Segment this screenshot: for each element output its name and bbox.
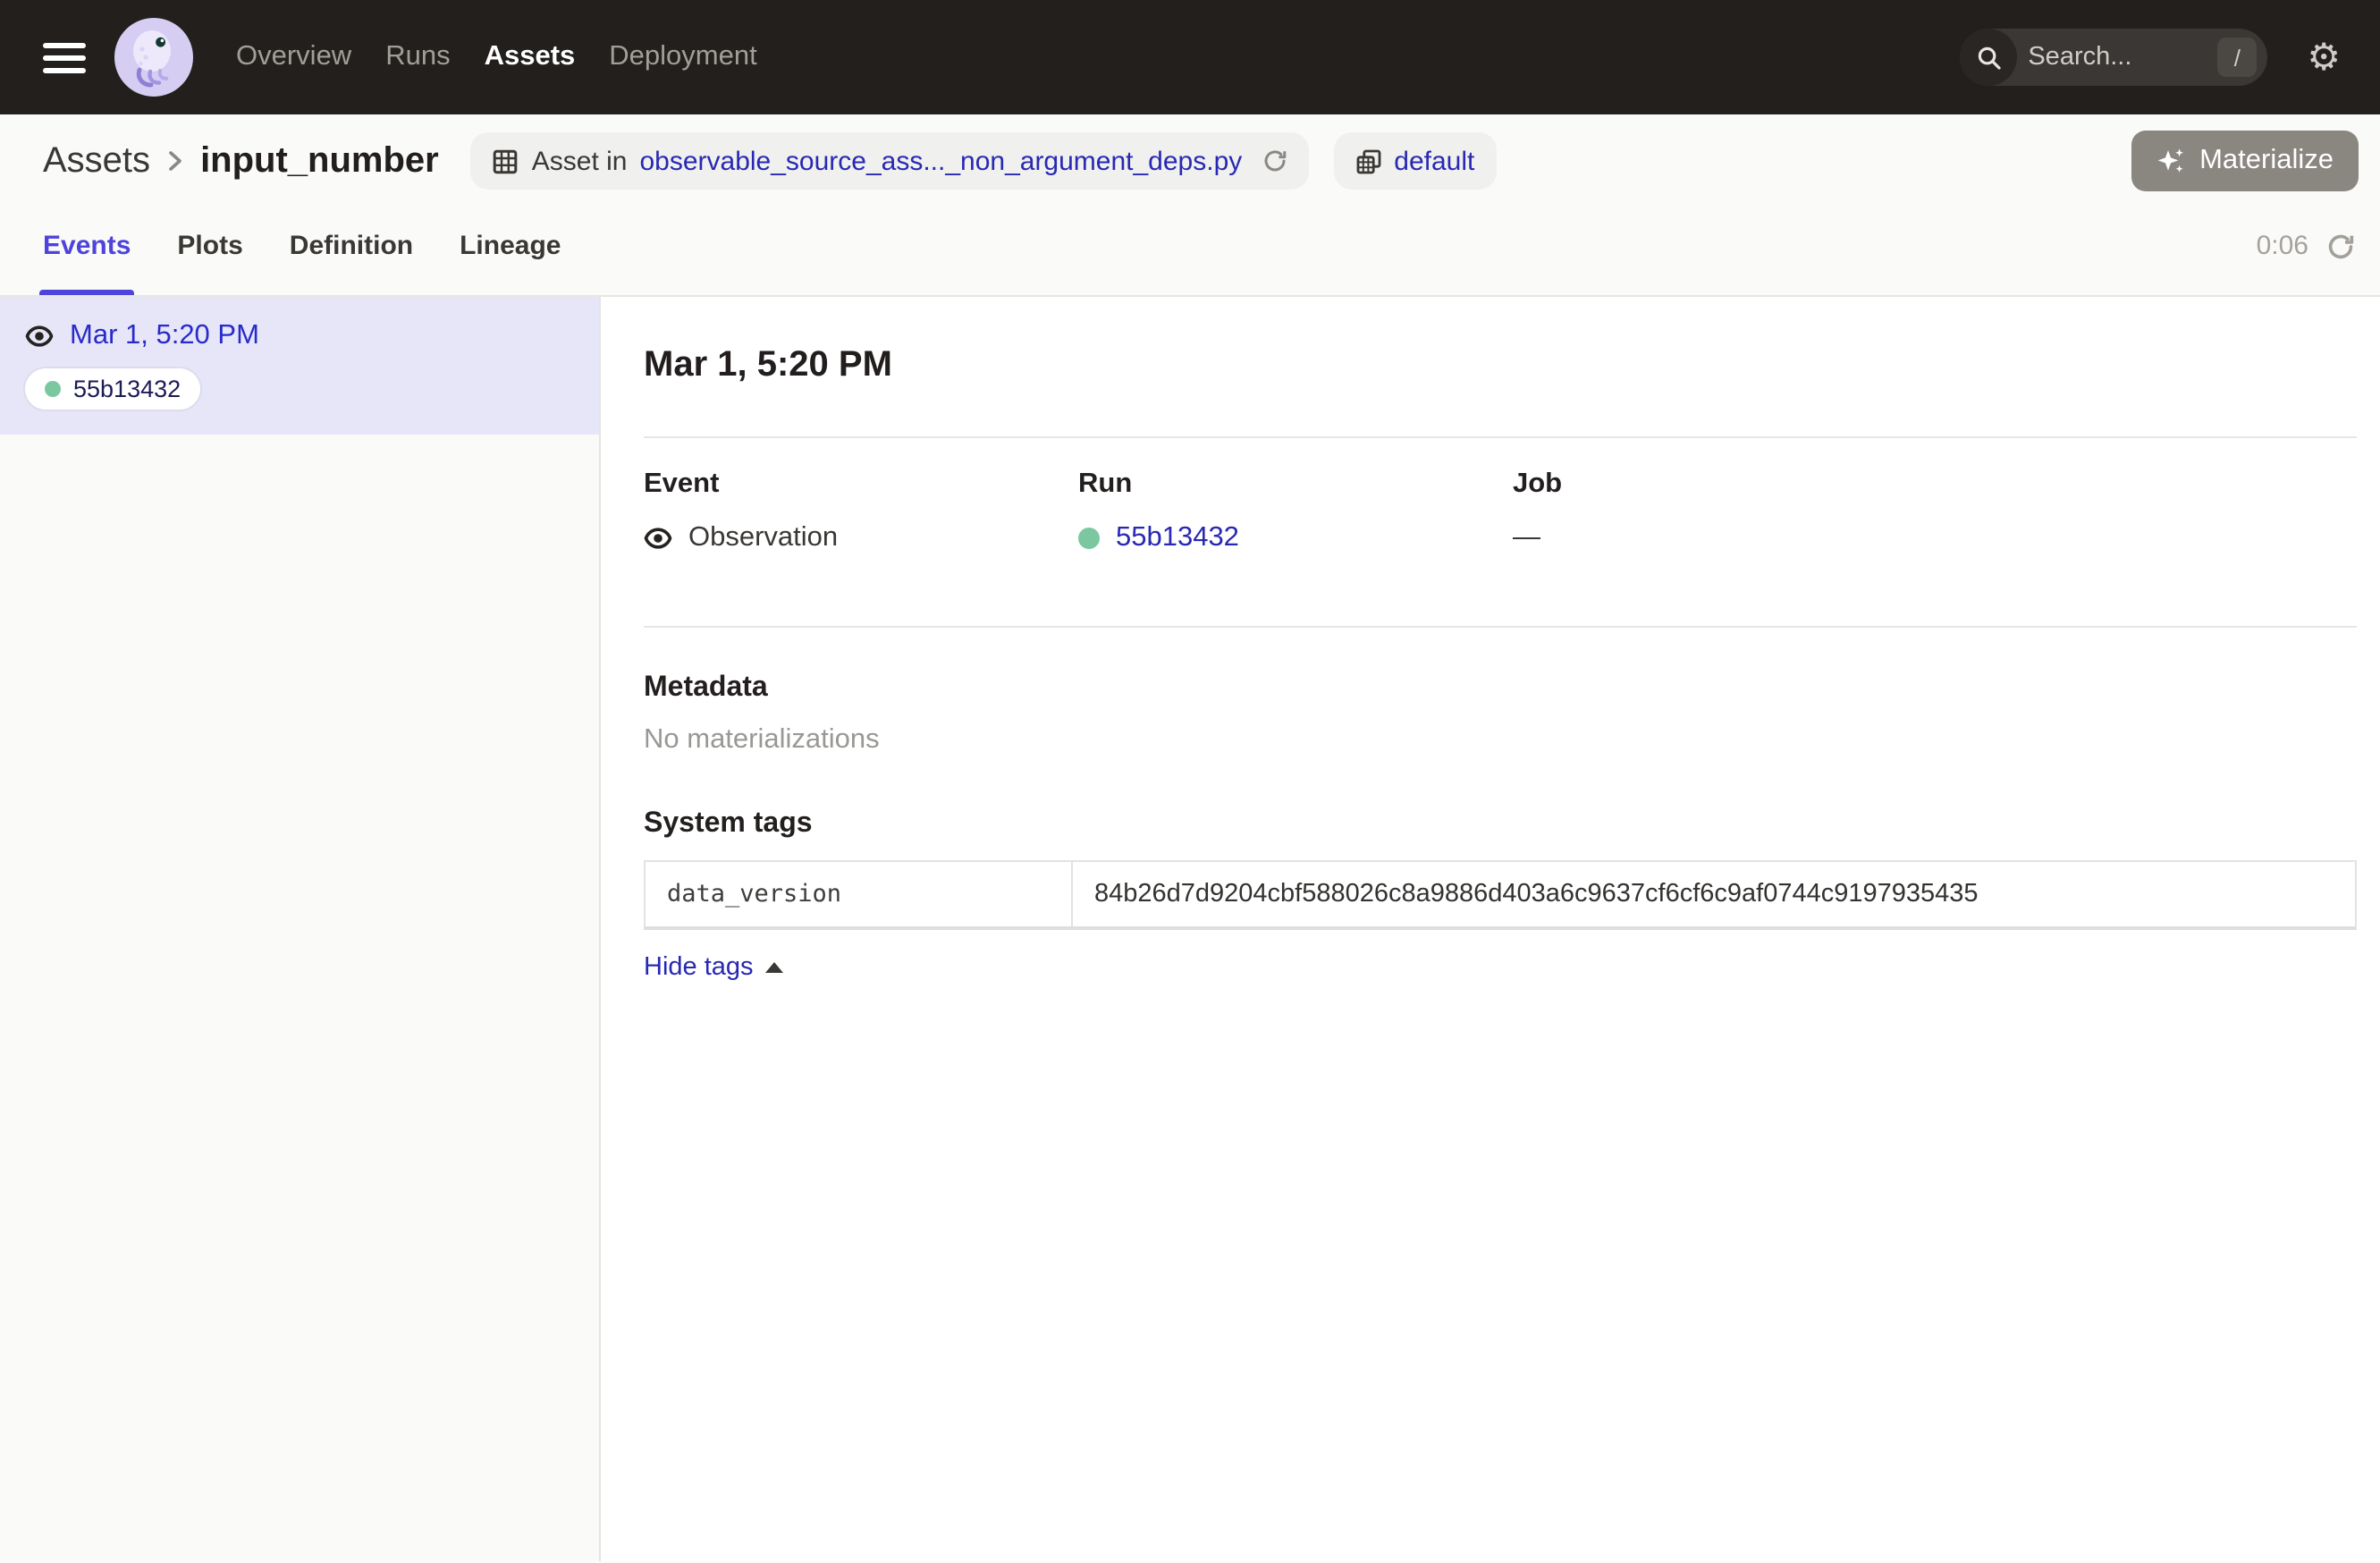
refresh-icon[interactable] (2326, 232, 2355, 260)
refresh-countdown: 0:06 (2257, 231, 2308, 261)
observation-eye-icon (644, 524, 672, 553)
divider (644, 436, 2357, 438)
metadata-heading: Metadata (644, 672, 2357, 705)
run-chip-id: 55b13432 (73, 376, 181, 402)
nav-links: Overview Runs Assets Deployment (236, 0, 757, 114)
run-chip[interactable]: 55b13432 (25, 368, 200, 410)
nav-item-assets[interactable]: Assets (485, 0, 576, 114)
event-date-link: Mar 1, 5:20 PM (70, 320, 259, 352)
nav-item-overview[interactable]: Overview (236, 0, 351, 114)
dagster-logo-icon[interactable] (114, 18, 193, 97)
observation-eye-icon (25, 322, 54, 351)
reload-location-icon[interactable] (1262, 148, 1287, 173)
tab-events[interactable]: Events (43, 197, 131, 295)
top-nav: Overview Runs Assets Deployment / ⚙ (0, 0, 2380, 114)
breadcrumb-assets-link[interactable]: Assets (43, 140, 150, 182)
event-column-label: Event (644, 469, 1078, 501)
materialize-button[interactable]: Materialize (2131, 131, 2359, 191)
content: Mar 1, 5:20 PM 55b13432 Mar 1, 5:20 PM E… (0, 297, 2380, 1561)
tab-definition[interactable]: Definition (290, 197, 413, 295)
tab-plots[interactable]: Plots (177, 197, 242, 295)
dagster-app: Overview Runs Assets Deployment / ⚙ Asse… (0, 0, 2380, 1563)
tabs-bar: Events Plots Definition Lineage 0:06 (0, 197, 2380, 297)
caret-up-icon (766, 962, 784, 973)
hide-tags-label: Hide tags (644, 953, 754, 982)
chevron-right-icon (166, 148, 184, 173)
asset-header: Assets input_number Asset in observable_… (0, 114, 2380, 197)
tag-key-cell: data_version (646, 862, 1073, 926)
job-column-label: Job (1513, 469, 2357, 501)
system-tags-table: data_version 84b26d7d9204cbf588026c8a988… (644, 860, 2357, 930)
page-title: input_number (200, 140, 439, 182)
search-box[interactable]: / (1960, 29, 2267, 86)
event-detail-panel: Mar 1, 5:20 PM Event Observation Run (601, 297, 2380, 1561)
event-summary-grid: Event Observation Run 55b13432 (644, 469, 2357, 554)
asset-location-pill: Asset in observable_source_ass..._non_ar… (471, 132, 1309, 190)
sparkles-icon (2156, 147, 2185, 175)
search-input[interactable] (2017, 43, 2217, 72)
asset-in-label: Asset in (532, 146, 628, 176)
tag-value-cell: 84b26d7d9204cbf588026c8a9886d403a6c9637c… (1073, 862, 2355, 926)
nav-item-runs[interactable]: Runs (385, 0, 450, 114)
metadata-empty-text: No materializations (644, 724, 2357, 756)
materialize-label: Materialize (2199, 145, 2334, 177)
tab-lineage[interactable]: Lineage (460, 197, 561, 295)
search-shortcut-badge: / (2217, 38, 2257, 77)
search-icon (1960, 29, 2017, 86)
job-empty-value: — (1513, 522, 1540, 554)
divider (644, 626, 2357, 628)
gear-icon[interactable]: ⚙ (2307, 38, 2341, 76)
run-id-link[interactable]: 55b13432 (1116, 522, 1239, 554)
nav-item-deployment[interactable]: Deployment (609, 0, 756, 114)
hide-tags-link[interactable]: Hide tags (644, 953, 784, 982)
run-status-dot (1078, 528, 1100, 549)
event-detail-title: Mar 1, 5:20 PM (644, 345, 2357, 384)
run-column-label: Run (1078, 469, 1513, 501)
repo-pill: default (1333, 132, 1496, 190)
asset-file-link[interactable]: observable_source_ass..._non_argument_de… (639, 146, 1242, 176)
event-list-item-selected[interactable]: Mar 1, 5:20 PM 55b13432 (0, 297, 599, 435)
system-tags-heading: System tags (644, 808, 2357, 841)
run-status-dot (45, 381, 61, 397)
event-type-value: Observation (688, 522, 838, 554)
asset-table-icon (493, 148, 519, 174)
repo-default-link[interactable]: default (1394, 146, 1474, 176)
repository-icon (1355, 148, 1381, 174)
menu-icon[interactable] (43, 42, 86, 72)
event-list-sidebar: Mar 1, 5:20 PM 55b13432 (0, 297, 601, 1561)
